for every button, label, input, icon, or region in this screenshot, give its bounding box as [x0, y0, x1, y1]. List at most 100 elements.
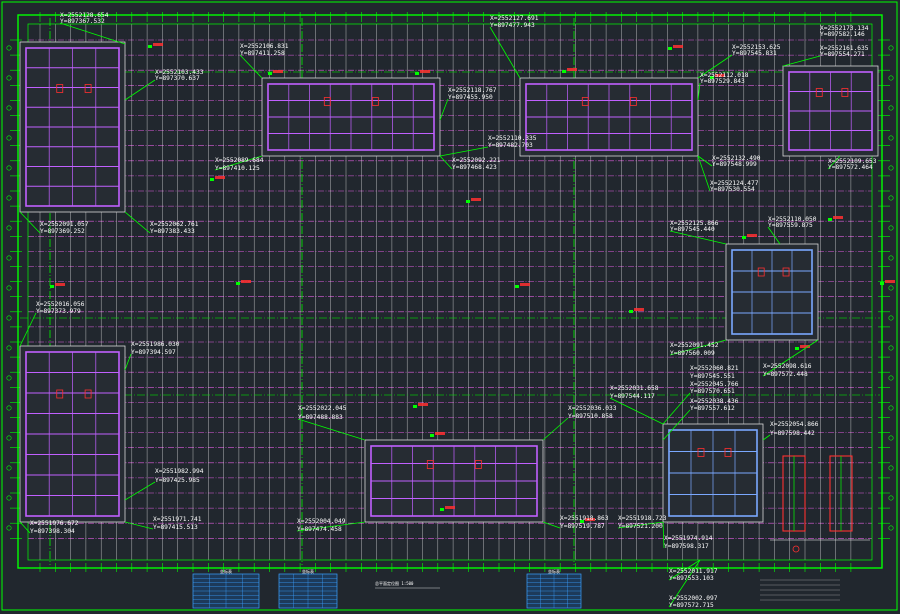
marker-tag — [55, 283, 65, 286]
coordinate-label: Y=897477.943 — [490, 22, 535, 29]
coordinate-label: X=2552004.049 — [297, 518, 346, 525]
coordinate-label: X=2551986.030 — [131, 341, 180, 348]
marker-tag — [747, 234, 757, 237]
coordinate-label: X=2552092.221 — [452, 157, 501, 164]
coordinate-label: Y=897510.858 — [568, 413, 613, 420]
building-3 — [519, 77, 699, 157]
coordinate-label: Y=897410.125 — [215, 165, 260, 172]
coordinate-label: Y=897559.875 — [768, 222, 813, 229]
coordinate-label: Y=897369.252 — [40, 228, 85, 235]
coordinate-label: Y=897572.448 — [763, 371, 808, 378]
drawing-note: 总平面定位图 1:500 — [375, 580, 414, 586]
coordinate-label: Y=897383.433 — [150, 228, 195, 235]
marker — [210, 178, 214, 181]
coordinate-label: X=2552045.766 — [690, 381, 739, 388]
marker-tag — [153, 43, 163, 46]
building-6 — [19, 345, 126, 523]
coordinate-label: Y=897468.423 — [452, 164, 497, 171]
marker-tag — [471, 198, 481, 201]
coordinate-table-3: 坐标表 — [526, 568, 582, 609]
coordinate-label: Y=897394.597 — [131, 349, 176, 356]
coordinate-label: Y=897530.554 — [710, 186, 755, 193]
marker — [562, 70, 566, 73]
table-title: 坐标表 — [548, 568, 560, 574]
coordinate-label: Y=897519.787 — [560, 523, 605, 530]
coordinate-table-2: 坐标表 — [278, 568, 338, 609]
coordinate-label: Y=897545.551 — [690, 373, 735, 380]
coordinate-label: Y=897572.464 — [828, 164, 873, 171]
coordinate-label: X=2552022.045 — [298, 405, 347, 412]
coordinate-label: Y=897560.009 — [670, 350, 715, 357]
coordinate-label: Y=897582.146 — [820, 31, 865, 38]
coordinate-label: X=2552036.033 — [568, 405, 617, 412]
coordinate-label: X=2551971.741 — [153, 516, 202, 523]
coordinate-label: Y=897548.999 — [712, 161, 757, 168]
marker — [148, 45, 152, 48]
marker — [828, 218, 832, 221]
coordinate-label: X=2552098.616 — [763, 363, 812, 370]
marker-tag — [435, 432, 445, 435]
marker-tag — [634, 308, 644, 311]
coordinate-label: Y=897545.440 — [670, 226, 715, 233]
coordinate-label: Y=897544.117 — [610, 393, 655, 400]
coordinate-label: Y=897598.442 — [770, 430, 815, 437]
coordinate-label: X=2552031.658 — [610, 385, 659, 392]
marker — [466, 200, 470, 203]
coordinate-label: X=2551974.914 — [664, 535, 713, 542]
marker — [629, 310, 633, 313]
marker-tag — [241, 280, 251, 283]
building-1 — [19, 41, 126, 213]
coordinate-label: Y=897455.950 — [448, 94, 493, 101]
marker-tag — [520, 283, 530, 286]
marker-tag — [445, 506, 455, 509]
coordinate-label: Y=897474.458 — [297, 526, 342, 533]
coordinate-label: X=2551982.994 — [155, 468, 204, 475]
building-4 — [782, 65, 879, 157]
coordinate-label: X=2552038.436 — [690, 398, 739, 405]
marker-tag — [420, 70, 430, 73]
coordinate-label: X=2552016.056 — [36, 301, 85, 308]
marker-tag — [418, 403, 428, 406]
coordinate-label: Y=897598.317 — [664, 543, 709, 550]
coordinate-label: Y=897554.271 — [820, 51, 865, 58]
coordinate-label: X=2551976.672 — [30, 520, 79, 527]
coordinate-label: X=2552060.821 — [690, 365, 739, 372]
coordinate-label: X=2552011.917 — [669, 568, 718, 575]
coordinate-label: Y=897488.883 — [298, 414, 343, 421]
building-2 — [261, 77, 441, 157]
coordinate-label: Y=897411.258 — [240, 50, 285, 57]
coordinate-label: X=2551918.863 — [560, 515, 609, 522]
marker — [742, 236, 746, 239]
coordinate-label: X=2552091.057 — [40, 221, 89, 228]
coordinate-label: Y=897570.651 — [690, 388, 735, 395]
coordinate-label: Y=897425.985 — [155, 477, 200, 484]
marker — [415, 72, 419, 75]
marker — [268, 72, 272, 75]
marker-tag — [673, 45, 683, 48]
coordinate-label: Y=897370.637 — [155, 75, 200, 82]
coordinate-label: Y=897572.715 — [669, 602, 714, 609]
coordinate-label: Y=897545.831 — [732, 50, 777, 57]
coordinate-label: Y=897415.513 — [153, 524, 198, 531]
coordinate-label: X=2552054.866 — [770, 421, 819, 428]
cad-drawing: X=2552128.654Y=897367.532X=2552106.831Y=… — [0, 0, 900, 614]
marker-tag — [273, 70, 283, 73]
coordinate-label: Y=897557.612 — [690, 405, 735, 412]
marker-tag — [833, 216, 843, 219]
coordinate-label: Y=897521.200 — [618, 523, 663, 530]
coordinate-label: X=2552127.691 — [490, 15, 539, 22]
building-7 — [364, 439, 544, 523]
marker — [440, 508, 444, 511]
coordinate-label: X=2552089.684 — [215, 157, 264, 164]
marker-tag — [567, 68, 577, 71]
coordinate-label: Y=897398.304 — [30, 528, 75, 535]
coordinate-label: Y=897553.103 — [669, 575, 714, 582]
coordinate-label: X=2551918.723 — [618, 515, 667, 522]
marker — [50, 285, 54, 288]
building-5 — [725, 243, 819, 341]
marker — [668, 47, 672, 50]
coordinate-table-1: 坐标表 — [192, 568, 260, 609]
coordinate-label: Y=897482.703 — [488, 142, 533, 149]
marker — [236, 282, 240, 285]
marker — [413, 405, 417, 408]
